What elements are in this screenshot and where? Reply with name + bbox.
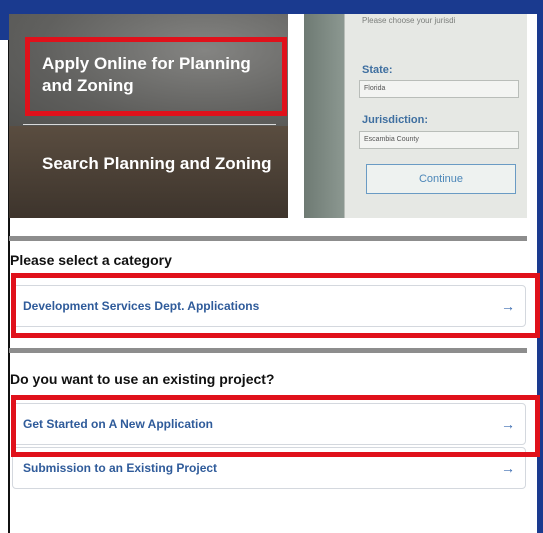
option-label: Get Started on A New Application [23,417,214,431]
continue-button-preview: Continue [366,164,516,194]
planning-zoning-tile: Apply Online for Planning and Zoning Sea… [9,14,288,218]
tile-divider [23,124,276,125]
jurisdiction-label: Jurisdiction: [362,114,429,126]
option-label: Development Services Dept. Applications [23,299,260,313]
jurisdiction-preview-tile: Please choose your jurisdi State: Florid… [304,14,527,218]
right-margin [537,40,543,533]
option-label: Submission to an Existing Project [23,461,218,475]
search-planning-link[interactable]: Search Planning and Zoning [42,153,272,175]
state-label: State: [362,64,393,76]
category-section-title: Please select a category [10,252,172,268]
section-divider [9,348,527,353]
option-existing-project[interactable]: Submission to an Existing Project → [12,447,526,489]
option-development-services[interactable]: Development Services Dept. Applications … [12,285,526,327]
state-value: Florida [364,85,386,92]
jurisdiction-hint: Please choose your jurisdi [362,16,456,25]
arrow-right-icon: → [501,460,515,476]
arrow-right-icon: → [501,298,515,314]
section-divider [9,236,527,241]
jurisdiction-value: Escambia County [364,136,419,143]
project-section-title: Do you want to use an existing project? [10,371,275,387]
apply-online-link[interactable]: Apply Online for Planning and Zoning [42,53,282,97]
option-new-application[interactable]: Get Started on A New Application → [12,403,526,445]
arrow-right-icon: → [501,416,515,432]
